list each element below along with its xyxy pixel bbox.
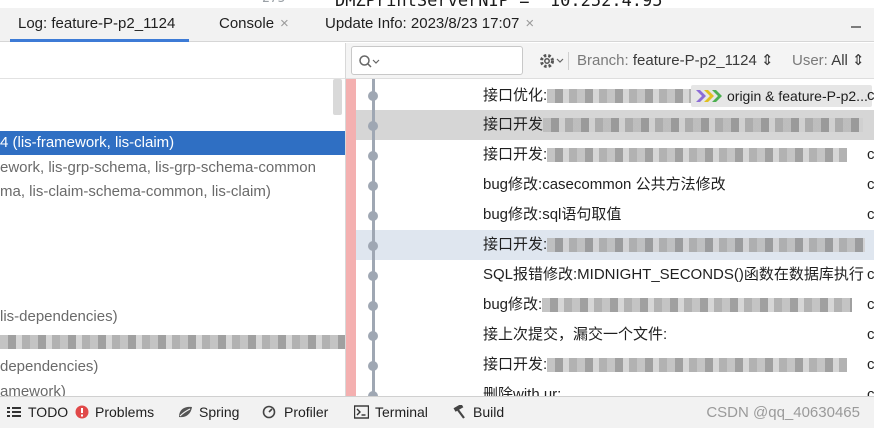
commit-node-icon [368, 121, 378, 131]
branch-tag: origin & feature-P-p2... [691, 85, 872, 107]
profiler-icon [262, 405, 276, 419]
tool-problems[interactable]: Problems [75, 397, 154, 428]
watermark: CSDN @qq_40630465 [706, 404, 860, 421]
commit-row[interactable]: 接口开发: c [356, 350, 874, 380]
tool-build[interactable]: Build [451, 397, 504, 428]
tab-console[interactable]: Console × [219, 8, 289, 42]
commit-node-icon [368, 91, 378, 101]
user-filter[interactable]: User: All ⇕ [792, 43, 865, 79]
branch-tag-icon [696, 90, 722, 102]
tab-update-info-label: Update Info: 2023/8/23 17:07 [325, 15, 520, 32]
commit-row[interactable]: 接口开发: c [356, 140, 874, 170]
line-number: 275 [262, 0, 285, 6]
search-icon [359, 55, 380, 68]
terminal-icon [354, 405, 369, 419]
tool-window-bar: TODO Problems Spring Profiler Terminal B… [0, 396, 874, 428]
tool-profiler[interactable]: Profiler [262, 397, 328, 428]
tool-todo[interactable]: TODO [6, 397, 68, 428]
log-filter-bar: Branch: feature-P-p2_1124 ⇕ User: All ⇕ [346, 43, 874, 79]
scrollbar-thumb[interactable] [333, 79, 342, 115]
tree-item[interactable]: amework) [0, 380, 66, 396]
commit-node-icon [368, 151, 378, 161]
commit-log-panel: Branch: feature-P-p2_1124 ⇕ User: All ⇕ … [346, 43, 874, 396]
tree-item[interactable]: ma, lis-claim-schema-common, lis-claim) [0, 180, 271, 204]
tab-log[interactable]: Log: feature-P-p2_1124 [9, 8, 190, 42]
commit-row[interactable]: bug修改:sql语句取值 c [356, 200, 874, 230]
commit-node-icon [368, 331, 378, 341]
tree-item[interactable]: ework, lis-grp-schema, lis-grp-schema-co… [0, 156, 316, 180]
list-icon [7, 406, 21, 417]
branches-panel: 4 (lis-framework, lis-claim) ework, lis-… [0, 43, 346, 396]
code-line: DMZPrintServerNIP = "10.252.4.95" [335, 0, 673, 8]
spring-leaf-icon [179, 406, 192, 417]
tab-console-label: Console [219, 15, 275, 32]
tab-update-info[interactable]: Update Info: 2023/8/23 17:07 × [325, 8, 534, 42]
commit-node-icon [368, 241, 378, 251]
diff-marker-bar [346, 79, 356, 396]
commit-node-icon [368, 181, 378, 191]
commit-node-icon [368, 301, 378, 311]
commit-row[interactable]: bug修改:casecommon 公共方法修改 c [356, 170, 874, 200]
tree-item-selected[interactable]: 4 (lis-framework, lis-claim) [0, 131, 345, 155]
commit-row-selected[interactable]: 接口开发 [356, 110, 874, 140]
close-icon[interactable]: × [525, 15, 534, 32]
vcs-tab-bar: Log: feature-P-p2_1124 Console × Update I… [0, 8, 874, 42]
branch-filter[interactable]: Branch: feature-P-p2_1124 ⇕ [577, 43, 774, 79]
redacted-text [0, 335, 345, 350]
editor-code-strip: 275 DMZPrintServerNIP = "10.252.4.95" [0, 0, 874, 8]
close-icon[interactable]: × [280, 15, 289, 32]
commit-row[interactable]: SQL报错修改:MIDNIGHT_SECONDS()函数在数据库执行 c [356, 260, 874, 290]
commit-row[interactable]: 接口优化: origin & feature-P-p2... c [356, 81, 874, 111]
commit-row-highlighted[interactable]: 接口开发: [356, 230, 874, 260]
commit-row[interactable]: 接上次提交，漏交一个文件: c [356, 320, 874, 350]
branches-toolbar [0, 43, 345, 79]
hammer-icon [453, 404, 465, 419]
tool-spring[interactable]: Spring [177, 397, 239, 428]
error-icon [75, 405, 89, 419]
commit-node-icon [368, 361, 378, 371]
commit-row[interactable]: bug修改: c [356, 290, 874, 320]
commit-node-icon [368, 271, 378, 281]
tree-item-blurred[interactable] [0, 330, 345, 354]
tree-item[interactable]: dependencies) [0, 355, 98, 379]
gear-icon[interactable] [539, 52, 567, 70]
commit-node-icon [368, 211, 378, 221]
tree-item[interactable]: lis-dependencies) [0, 305, 118, 329]
tab-log-label: Log: feature-P-p2_1124 [18, 15, 176, 32]
search-input[interactable] [351, 46, 523, 75]
tool-terminal[interactable]: Terminal [354, 397, 428, 428]
minimize-icon[interactable] [848, 15, 864, 31]
toolbar-separator [568, 52, 569, 70]
commit-row[interactable]: 删除with ur: c [356, 380, 874, 396]
